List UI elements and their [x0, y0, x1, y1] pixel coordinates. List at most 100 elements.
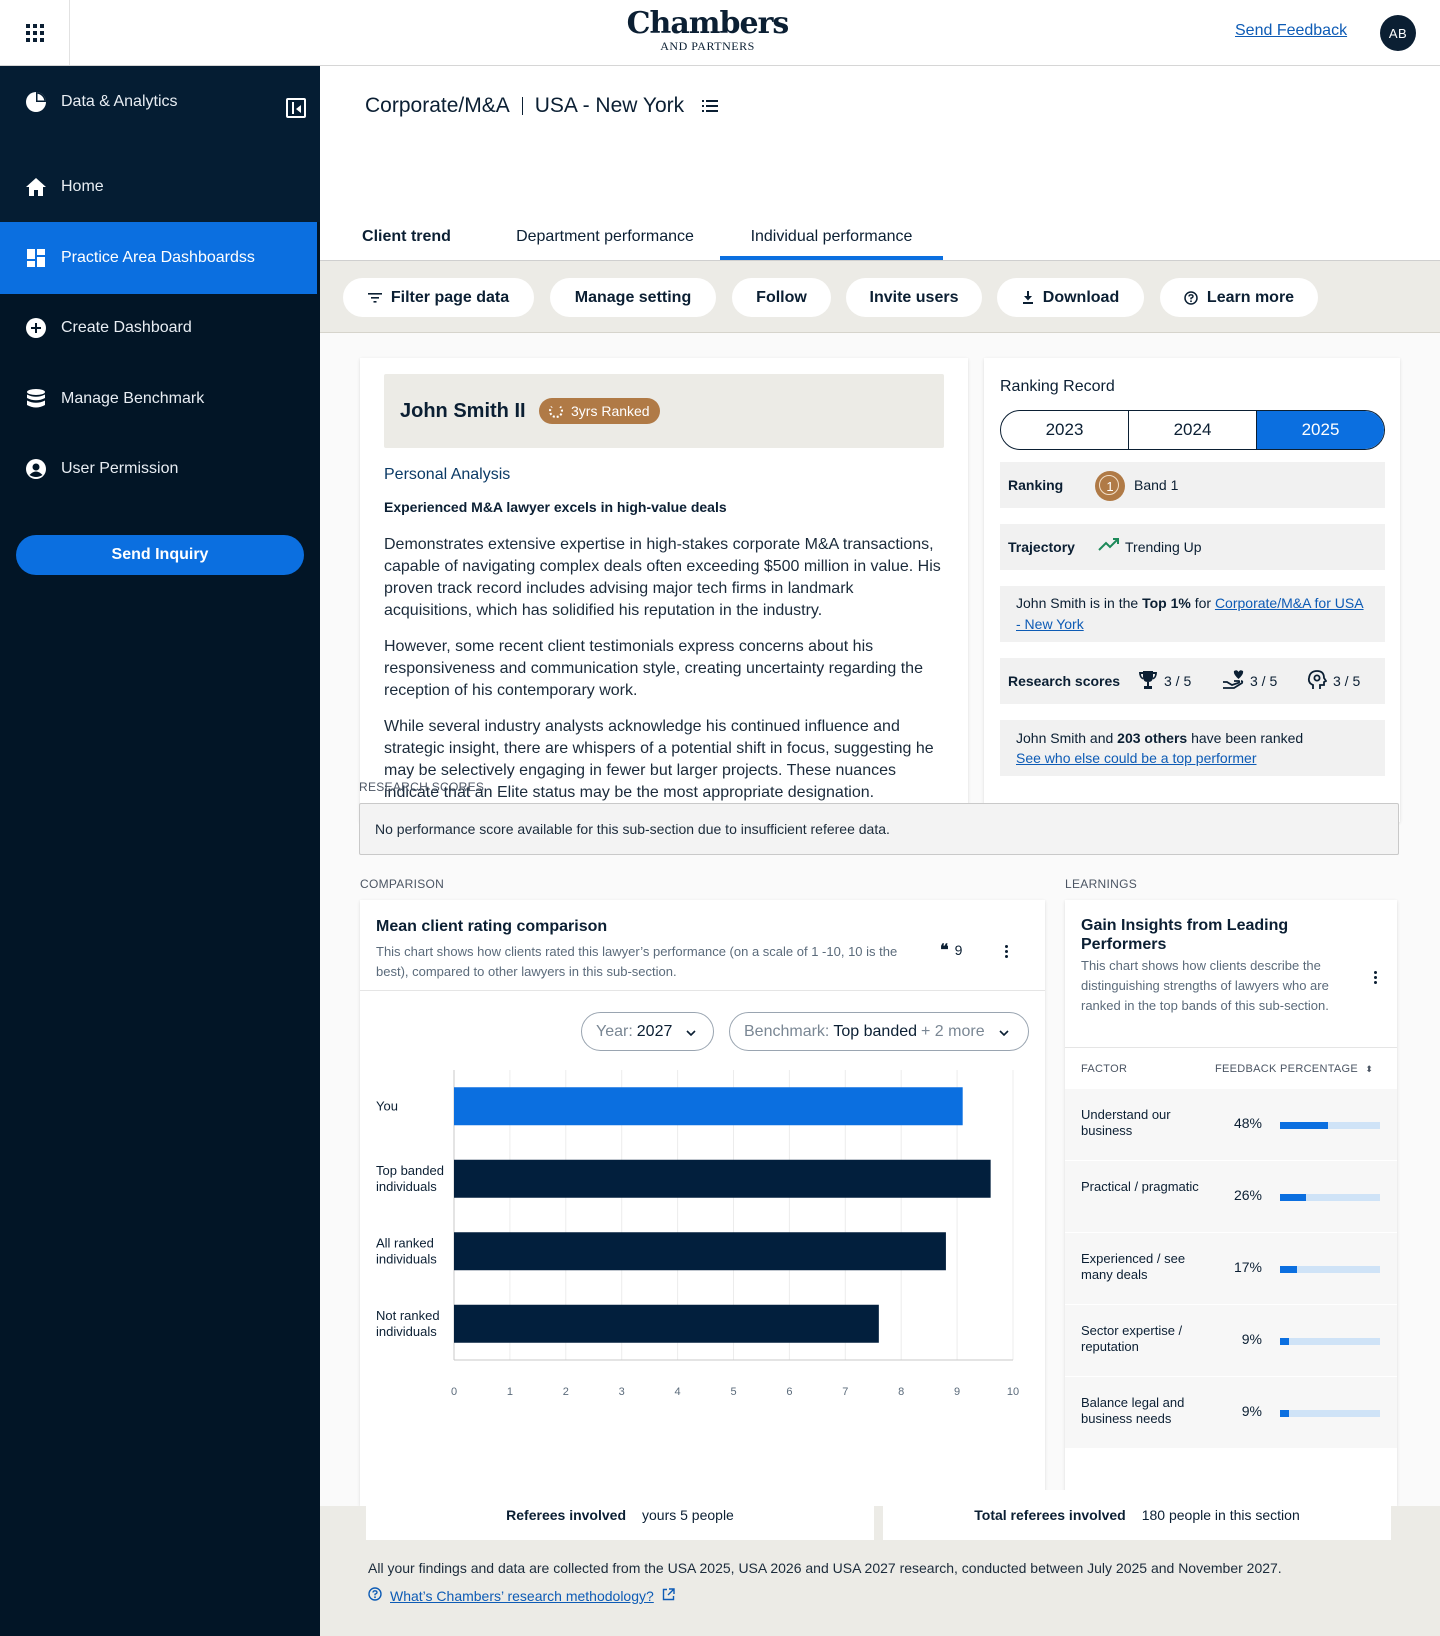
category-label-line: Top banded [376, 1163, 444, 1178]
filter-page-data-button[interactable]: Filter page data [343, 278, 534, 317]
manage-setting-button[interactable]: Manage setting [550, 278, 716, 317]
y-category-label: Top banded individuals [376, 1163, 444, 1194]
year-select[interactable]: Year: 2027 [581, 1012, 714, 1051]
y-category-label: All ranked individuals [376, 1235, 437, 1266]
select-key: Benchmark: [744, 1022, 830, 1040]
band-value: Band 1 [1134, 477, 1179, 493]
ranked-badge-label: 3yrs Ranked [571, 403, 650, 419]
more-options-icon[interactable] [996, 941, 1016, 961]
list-icon[interactable] [702, 94, 719, 118]
sort-icon: ⬍ [1365, 1064, 1374, 1074]
main-content: Corporate/M&A USA - New York Client tren… [320, 66, 1440, 1636]
sidebar-item-user-permission[interactable]: User Permission [0, 433, 320, 505]
personal-analysis-title: Personal Analysis [384, 466, 511, 483]
score-trophy-value: 3 / 5 [1164, 673, 1192, 689]
bar-all-ranked-individuals [454, 1232, 946, 1271]
database-icon [25, 388, 47, 410]
feedback-bar-fill [1280, 1266, 1297, 1273]
quote-count[interactable]: ❝ 9 [940, 940, 962, 959]
learnings-row: Experienced / see many deals 17% [1065, 1232, 1397, 1304]
bar-not-ranked-individuals [454, 1304, 879, 1343]
score-care-value: 3 / 5 [1250, 673, 1278, 689]
app-grid-button[interactable] [0, 0, 70, 65]
comparison-section-label: COMPARISON [360, 877, 445, 891]
year-option-2024[interactable]: 2024 [1129, 411, 1257, 449]
tab-department-performance[interactable]: Department performance [490, 152, 720, 262]
learnings-row: Sector expertise / reputation 9% [1065, 1304, 1397, 1376]
button-label: Filter page data [390, 288, 510, 306]
feedback-bar-track [1280, 1266, 1380, 1273]
total-referees-box: Total referees involved 180 people in th… [883, 1490, 1391, 1540]
sidebar-item-create-dashboard[interactable]: Create Dashboard [0, 292, 320, 364]
comparison-title: Mean client rating comparison [376, 918, 608, 935]
y-category-label: You [376, 1098, 398, 1113]
tab-individual-performance[interactable]: Individual performance [720, 152, 943, 262]
medal-number: 1 [1106, 478, 1114, 494]
research-scores-label: Research scores [1008, 673, 1121, 689]
quote-icon: ❝ [940, 940, 949, 959]
x-tick-label: 5 [730, 1386, 736, 1398]
benchmark-select[interactable]: Benchmark: Top banded + 2 more [729, 1012, 1029, 1051]
filter-icon [367, 292, 382, 303]
year-toggle: 2023 2024 2025 [1000, 410, 1385, 450]
invite-users-button[interactable]: Invite users [846, 278, 982, 317]
sidebar-item-practice-area-dashboards[interactable]: Practice Area Dashboardss [0, 222, 317, 294]
trophy-icon [1138, 670, 1158, 693]
learnings-row: Practical / pragmatic 26% [1065, 1160, 1397, 1232]
collapse-sidebar-button[interactable] [286, 98, 306, 118]
sidebar-item-label: User Permission [61, 460, 179, 477]
feedback-percentage: 9% [1241, 1403, 1262, 1419]
year-option-2025[interactable]: 2025 [1257, 411, 1384, 449]
quote-count-value: 9 [954, 941, 963, 958]
referees-value: yours 5 people [642, 1507, 734, 1523]
chevron-down-icon [999, 1023, 1009, 1041]
breadcrumb-practice[interactable]: Corporate/M&A [365, 94, 510, 118]
card-divider [360, 990, 1045, 991]
top-percent-row: John Smith is in the Top 1% for Corporat… [1000, 586, 1385, 642]
sidebar-item-data-analytics[interactable]: Data & Analytics [0, 66, 320, 138]
others-prefix: John Smith and [1016, 730, 1118, 746]
download-button[interactable]: Download [997, 278, 1144, 317]
methodology-link[interactable]: What’s Chambers’ research methodology? [368, 1587, 675, 1604]
tab-bar: Client trend Department performance Indi… [320, 152, 1440, 262]
learnings-row: Balance legal and business needs 9% [1065, 1376, 1397, 1448]
research-note: All your findings and data are collected… [368, 1560, 1282, 1576]
learnings-description: This chart shows how clients describe th… [1081, 958, 1329, 1013]
ranking-record-card: Ranking Record 2023 2024 2025 Ranking 1 … [984, 358, 1400, 822]
factor-label: Practical / pragmatic [1081, 1179, 1199, 1194]
research-scores-row: Research scores 3 / 5 3 / 5 3 / 5 [1000, 658, 1385, 704]
column-header-feedback-percentage[interactable]: FEEDBACK PERCENTAGE ⬍ [1215, 1063, 1373, 1075]
referees-involved-box: Referees involved yours 5 people [366, 1490, 874, 1540]
profile-header: John Smith II 3yrs Ranked [384, 374, 944, 448]
follow-button[interactable]: Follow [732, 278, 831, 317]
logo-wordmark: Chambers [626, 6, 790, 41]
tab-client-trend[interactable]: Client trend [343, 152, 470, 262]
feedback-percentage: 48% [1233, 1115, 1262, 1131]
send-inquiry-button[interactable]: Send Inquiry [16, 535, 304, 575]
more-options-icon[interactable] [1365, 967, 1385, 987]
band-medal-icon: 1 [1095, 471, 1125, 501]
sidebar-item-manage-benchmark[interactable]: Manage Benchmark [0, 363, 320, 435]
feedback-bar-fill [1280, 1122, 1328, 1129]
column-header-factor: FACTOR [1081, 1063, 1128, 1075]
research-scores-section-label: RESEARCH SCORES [359, 780, 485, 794]
send-feedback-link[interactable]: Send Feedback [1235, 22, 1347, 40]
comparison-card: Mean client rating comparison This chart… [360, 900, 1045, 1506]
avatar[interactable]: AB [1380, 15, 1416, 51]
breadcrumb: Corporate/M&A USA - New York [365, 94, 719, 118]
chambers-logo[interactable]: Chambers AND PARTNERS [620, 6, 795, 53]
plus-circle-icon [25, 317, 47, 339]
learnings-title: Gain Insights from Leading Performers [1081, 917, 1289, 953]
category-label-line: individuals [376, 1324, 437, 1339]
learnings-card: Gain Insights from Leading Performers Th… [1065, 900, 1397, 1506]
x-tick-label: 3 [619, 1386, 625, 1398]
dashboard-icon [25, 247, 47, 269]
see-top-performers-link[interactable]: See who else could be a top performer [1016, 750, 1256, 766]
sidebar-item-home[interactable]: Home [0, 151, 320, 223]
x-tick-label: 8 [898, 1386, 904, 1398]
breadcrumb-location[interactable]: USA - New York [535, 94, 684, 118]
year-option-2023[interactable]: 2023 [1001, 411, 1129, 449]
sidebar: Data & Analytics Home Practice Area Dash… [0, 66, 320, 1636]
learn-more-button[interactable]: Learn more [1160, 278, 1318, 317]
ranked-years-badge: 3yrs Ranked [539, 398, 660, 424]
